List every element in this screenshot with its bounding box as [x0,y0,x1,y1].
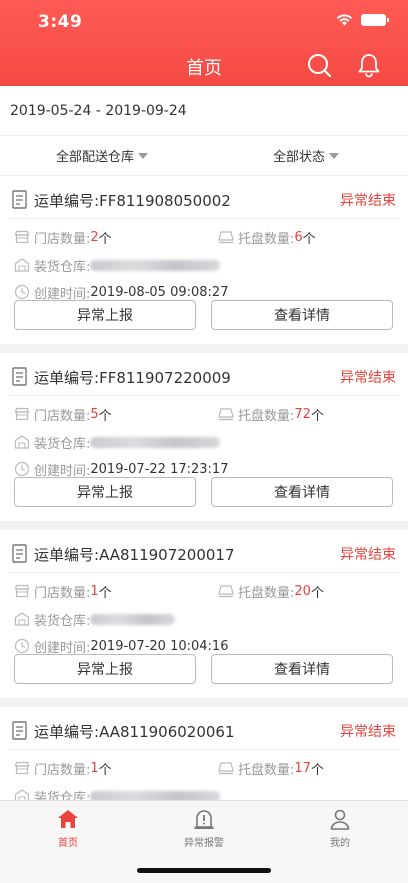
warehouse-filter[interactable]: 全部配送仓库 [0,136,204,175]
date-range-picker[interactable]: 2019-05-24 - 2019-09-24 [0,86,408,136]
report-exception-button[interactable]: 异常上报 [14,654,196,684]
user-icon [330,809,350,830]
status-bar: 3:49 [0,0,408,44]
pallet-count: 托盘数量: 17 个 [218,758,324,778]
document-icon [12,721,27,740]
report-exception-button[interactable]: 异常上报 [14,300,196,330]
created-time: 创建时间: 2019-08-05 09:08:27 [14,282,228,302]
pallet-icon [218,585,234,598]
alarm-icon [194,810,214,829]
order-header-row: 运单编号:AA811907200017 异常结束 [12,542,396,566]
tab-home-label: 首页 [58,838,78,849]
order-card: 运单编号:AA811906020061 异常结束 门店数量: 1 个 托盘数量: 17… [0,707,408,800]
store-icon [14,761,30,775]
warehouse-icon [14,789,30,800]
view-details-button[interactable]: 查看详情 [211,654,393,684]
warehouse-name-redacted [90,613,176,625]
divider [10,572,398,573]
divider [10,218,398,219]
loading-warehouse: 装货仓库: [14,255,221,275]
store-count: 门店数量: 1 个 [14,581,112,601]
divider [10,749,398,750]
home-icon [58,810,78,828]
order-header-row: 运单编号:FF811907220009 异常结束 [12,365,396,389]
order-list-area[interactable]: 2019-05-24 - 2019-09-24 全部配送仓库 全部状态 运单编号… [0,86,408,800]
filter-bar: 全部配送仓库 全部状态 [0,136,408,176]
pallet-icon [218,408,234,421]
store-icon [14,230,30,244]
warehouse-name-redacted [90,790,221,800]
bell-icon[interactable] [356,52,382,78]
view-details-button[interactable]: 查看详情 [211,477,393,507]
loading-warehouse: 装货仓库: [14,609,176,629]
warehouse-name-redacted [90,436,221,448]
loading-warehouse: 装货仓库: [14,786,221,800]
order-number: 运单编号:AA811907200017 [34,545,235,564]
view-details-button[interactable]: 查看详情 [211,300,393,330]
created-time: 创建时间: 2019-07-20 10:04:16 [14,636,228,656]
order-number: 运单编号:AA811906020061 [34,722,235,741]
order-card: 运单编号:FF811908050002 异常结束 门店数量: 2 个 托盘数量: 6 个 [0,176,408,344]
order-status: 异常结束 [340,193,396,209]
clock-icon [14,461,30,477]
app-header: 3:49 首页 [0,0,408,86]
tab-home[interactable]: 首页 [0,801,136,883]
pallet-icon [218,762,234,775]
status-filter-label: 全部状态 [272,150,325,165]
tab-profile[interactable]: 我的 [272,801,408,883]
tab-alarm-label: 异常报警 [184,838,224,849]
warehouse-filter-label: 全部配送仓库 [55,150,134,165]
dropdown-arrow-icon [138,152,148,159]
store-count: 门店数量: 5 个 [14,404,112,424]
order-status: 异常结束 [340,370,396,386]
page-title: 首页 [186,58,222,79]
wifi-icon [336,14,353,26]
order-header-row: 运单编号:AA811906020061 异常结束 [12,719,396,743]
document-icon [12,367,27,386]
store-count: 门店数量: 1 个 [14,758,112,778]
pallet-count: 托盘数量: 6 个 [218,227,316,247]
order-number: 运单编号:FF811907220009 [34,368,231,387]
order-card: 运单编号:AA811907200017 异常结束 门店数量: 1 个 托盘数量: 20… [0,530,408,698]
divider [10,395,398,396]
report-exception-button[interactable]: 异常上报 [14,477,196,507]
pallet-count: 托盘数量: 72 个 [218,404,324,424]
warehouse-icon [14,435,30,449]
home-indicator [137,868,271,873]
order-status: 异常结束 [340,724,396,740]
search-icon[interactable] [306,52,332,78]
dropdown-arrow-icon [329,152,339,159]
clock-icon [14,638,30,654]
status-icons [336,14,389,26]
tab-profile-label: 我的 [330,838,350,849]
loading-warehouse: 装货仓库: [14,432,221,452]
clock-icon [14,284,30,300]
order-header-row: 运单编号:FF811908050002 异常结束 [12,188,396,212]
created-time: 创建时间: 2019-07-22 17:23:17 [14,459,228,479]
pallet-icon [218,231,234,244]
pallet-count: 托盘数量: 20 个 [218,581,324,601]
store-count: 门店数量: 2 个 [14,227,112,247]
warehouse-icon [14,612,30,626]
warehouse-icon [14,258,30,272]
order-number: 运单编号:FF811908050002 [34,191,231,210]
order-card: 运单编号:FF811907220009 异常结束 门店数量: 5 个 托盘数量: 72… [0,353,408,521]
document-icon [12,190,27,209]
store-icon [14,584,30,598]
warehouse-name-redacted [90,259,221,271]
battery-icon [361,14,389,26]
status-filter[interactable]: 全部状态 [204,136,408,175]
order-status: 异常结束 [340,547,396,563]
status-time: 3:49 [38,12,83,32]
store-icon [14,407,30,421]
document-icon [12,544,27,563]
